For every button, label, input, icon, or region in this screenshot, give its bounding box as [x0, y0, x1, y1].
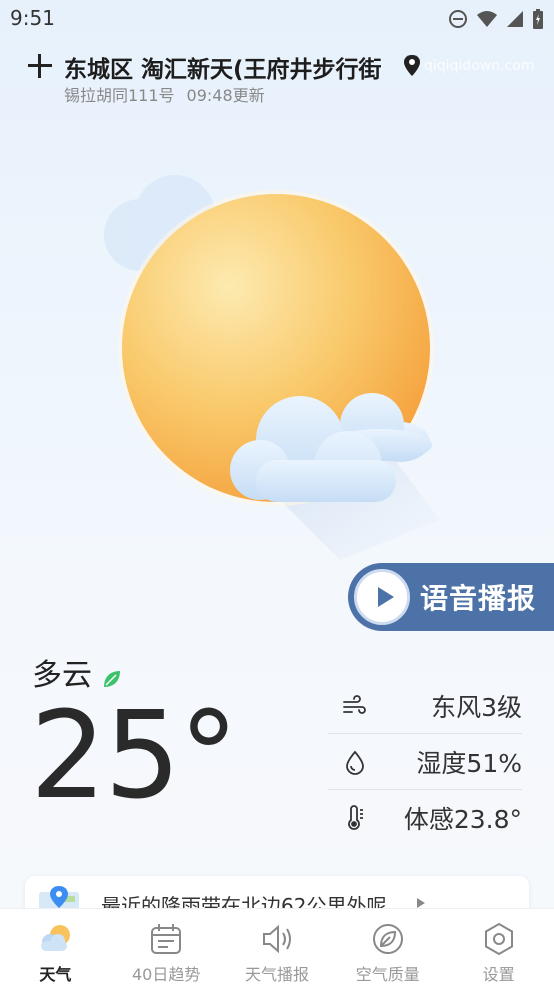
status-bar: 9:51 — [0, 0, 554, 38]
address-text: 锡拉胡同111号 — [64, 86, 175, 105]
dnd-icon — [448, 9, 468, 33]
watermark: qiqiqidown.com — [424, 58, 535, 74]
nav-settings-label: 设置 — [482, 965, 515, 984]
arrow-right-icon — [417, 898, 425, 908]
nav-broadcast-label: 天气播报 — [244, 965, 309, 984]
weather-illustration — [80, 160, 480, 560]
leaf-icon — [102, 662, 122, 687]
settings-icon — [484, 922, 513, 956]
calendar-icon — [151, 924, 182, 954]
location-subtitle: 锡拉胡同111号 09:48更新 — [64, 82, 277, 106]
wifi-icon — [476, 9, 498, 33]
wind-value: 东风3级 — [431, 692, 522, 722]
nav-air-quality-label: 空气质量 — [355, 965, 420, 984]
location-pin-icon[interactable] — [402, 54, 422, 78]
weather-details: 东风3级 湿度51% 体感23.8° — [328, 678, 522, 846]
wind-icon — [342, 693, 368, 719]
weather-icon — [41, 925, 71, 951]
update-time: 09:48更新 — [186, 86, 265, 105]
status-icons — [448, 8, 544, 34]
nav-broadcast[interactable]: 天气播报 — [222, 909, 333, 985]
feels-like-value: 体感23.8° — [403, 805, 522, 834]
nav-40day-label: 40日趋势 — [132, 965, 201, 984]
temperature: 25° — [30, 687, 239, 826]
speaker-icon — [262, 924, 291, 954]
humidity-icon — [342, 749, 368, 775]
nav-air-quality[interactable]: 空气质量 — [332, 909, 443, 985]
location-title[interactable]: 东城区 淘汇新天(王府井步行街 — [64, 50, 394, 84]
thermometer-icon — [342, 805, 368, 831]
air-quality-icon — [372, 924, 403, 954]
location-header: 东城区 淘汇新天(王府井步行街 qiqiqidown.com 锡拉胡同111号 0… — [0, 48, 554, 108]
humidity-row: 湿度51% — [328, 734, 522, 790]
signal-icon — [506, 9, 524, 33]
add-city-button[interactable] — [26, 52, 54, 80]
play-icon — [354, 569, 410, 625]
battery-icon — [532, 8, 544, 34]
voice-broadcast-button[interactable]: 语音播报 — [348, 563, 554, 631]
wind-row: 东风3级 — [328, 678, 522, 734]
status-time: 9:51 — [10, 6, 55, 30]
bottom-navigation: 天气 40日趋势 天气播报 空气质量 设置 — [0, 908, 554, 985]
nav-settings[interactable]: 设置 — [443, 909, 554, 985]
feels-like-row: 体感23.8° — [328, 790, 522, 846]
nav-40day[interactable]: 40日趋势 — [111, 909, 222, 985]
nav-weather[interactable]: 天气 — [0, 909, 111, 985]
voice-broadcast-label: 语音播报 — [420, 582, 537, 615]
humidity-value: 湿度51% — [416, 748, 522, 778]
nav-weather-label: 天气 — [39, 965, 72, 984]
